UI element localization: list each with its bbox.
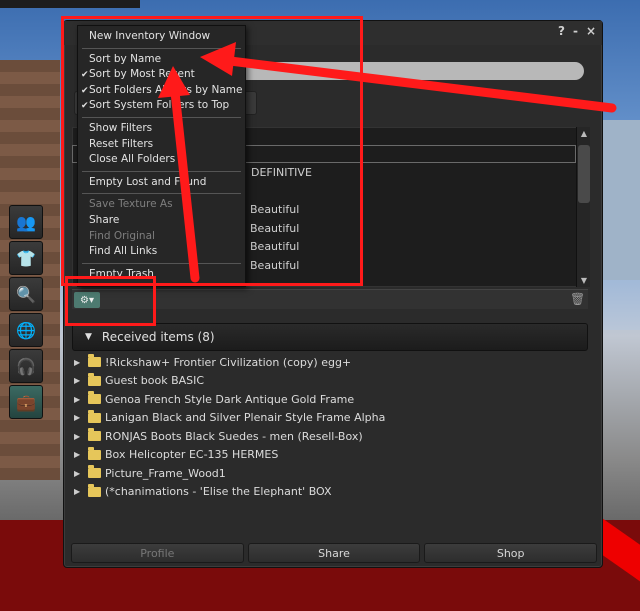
list-item[interactable]: ▶ (*chanimations - 'Elise the Elephant' B… [74, 483, 584, 502]
list-item[interactable]: ▶ Picture_Frame_Wood1 [74, 464, 584, 483]
folder-icon [88, 483, 101, 497]
list-item[interactable]: ▶ Box Helicopter EC-135 HERMES [74, 446, 584, 465]
item-label: Genoa French Style Dark Antique Gold Fra… [105, 392, 355, 406]
scroll-down-icon[interactable]: ▼ [579, 276, 589, 285]
minimize-button[interactable]: - [573, 24, 578, 38]
list-item[interactable]: ▶ RONJAS Boots Black Suedes - men (Resell… [74, 427, 584, 446]
received-items-list: ▶ !Rickshaw+ Frontier Civilization (copy)… [74, 353, 584, 501]
left-toolbar: 👥 👕 🔍 🌐 🎧 💼 [9, 205, 45, 421]
footer-buttons: Profile Share Shop [71, 543, 598, 563]
highlight-box-menu [61, 16, 363, 286]
received-items-label: Received items (8) [101, 330, 215, 344]
folder-icon [88, 465, 101, 479]
highlight-box-gear [65, 276, 156, 326]
globe-icon[interactable]: 🌐 [9, 313, 43, 347]
top-toolbar [0, 0, 140, 8]
expand-arrow-icon[interactable]: ▶ [74, 358, 88, 367]
expand-arrow-icon[interactable]: ▶ [74, 395, 88, 404]
building-wall [602, 120, 640, 280]
item-label: Guest book BASIC [105, 374, 205, 388]
folder-icon [88, 354, 101, 368]
list-item[interactable]: ▶ !Rickshaw+ Frontier Civilization (copy)… [74, 353, 584, 372]
people-icon[interactable]: 👥 [9, 205, 43, 239]
item-label: RONJAS Boots Black Suedes - men (Resell-… [105, 429, 363, 443]
folder-icon [88, 372, 101, 386]
item-label: !Rickshaw+ Frontier Civilization (copy) … [105, 355, 352, 369]
expand-arrow-icon[interactable]: ▶ [74, 450, 88, 459]
item-label: (*chanimations - 'Elise the Elephant' BO… [105, 485, 332, 499]
shop-button[interactable]: Shop [424, 543, 598, 563]
help-button[interactable]: ? [558, 24, 565, 38]
shirt-icon[interactable]: 👕 [9, 241, 43, 275]
item-label: Picture_Frame_Wood1 [105, 466, 226, 480]
collapse-triangle-icon: ▼ [85, 332, 92, 342]
inventory-icon[interactable]: 💼 [9, 385, 43, 419]
scroll-thumb[interactable] [578, 145, 590, 203]
share-button[interactable]: Share [247, 543, 421, 563]
search-icon[interactable]: 🔍 [9, 277, 43, 311]
expand-arrow-icon[interactable]: ▶ [74, 413, 88, 422]
item-label: Lanigan Black and Silver Plenair Style F… [105, 411, 386, 425]
folder-icon [88, 391, 101, 405]
close-button[interactable]: × [586, 24, 596, 38]
list-item[interactable]: ▶ Genoa French Style Dark Antique Gold Fr… [74, 390, 584, 409]
received-items-header[interactable]: ▼ Received items (8) [72, 323, 588, 351]
expand-arrow-icon[interactable]: ▶ [74, 432, 88, 441]
item-label: Box Helicopter EC-135 HERMES [105, 448, 279, 462]
folder-icon [88, 409, 101, 423]
folder-icon [88, 428, 101, 442]
list-item[interactable]: ▶ Guest book BASIC [74, 372, 584, 391]
tree-scrollbar[interactable]: ▲ ▼ [576, 127, 590, 287]
profile-button[interactable]: Profile [71, 543, 244, 563]
trash-icon[interactable]: 🗑 [570, 292, 585, 306]
scroll-up-icon[interactable]: ▲ [579, 129, 589, 138]
expand-arrow-icon[interactable]: ▶ [74, 376, 88, 385]
folder-icon [88, 446, 101, 460]
headphones-icon[interactable]: 🎧 [9, 349, 43, 383]
expand-arrow-icon[interactable]: ▶ [74, 487, 88, 496]
list-item[interactable]: ▶ Lanigan Black and Silver Plenair Style … [74, 409, 584, 428]
expand-arrow-icon[interactable]: ▶ [74, 469, 88, 478]
